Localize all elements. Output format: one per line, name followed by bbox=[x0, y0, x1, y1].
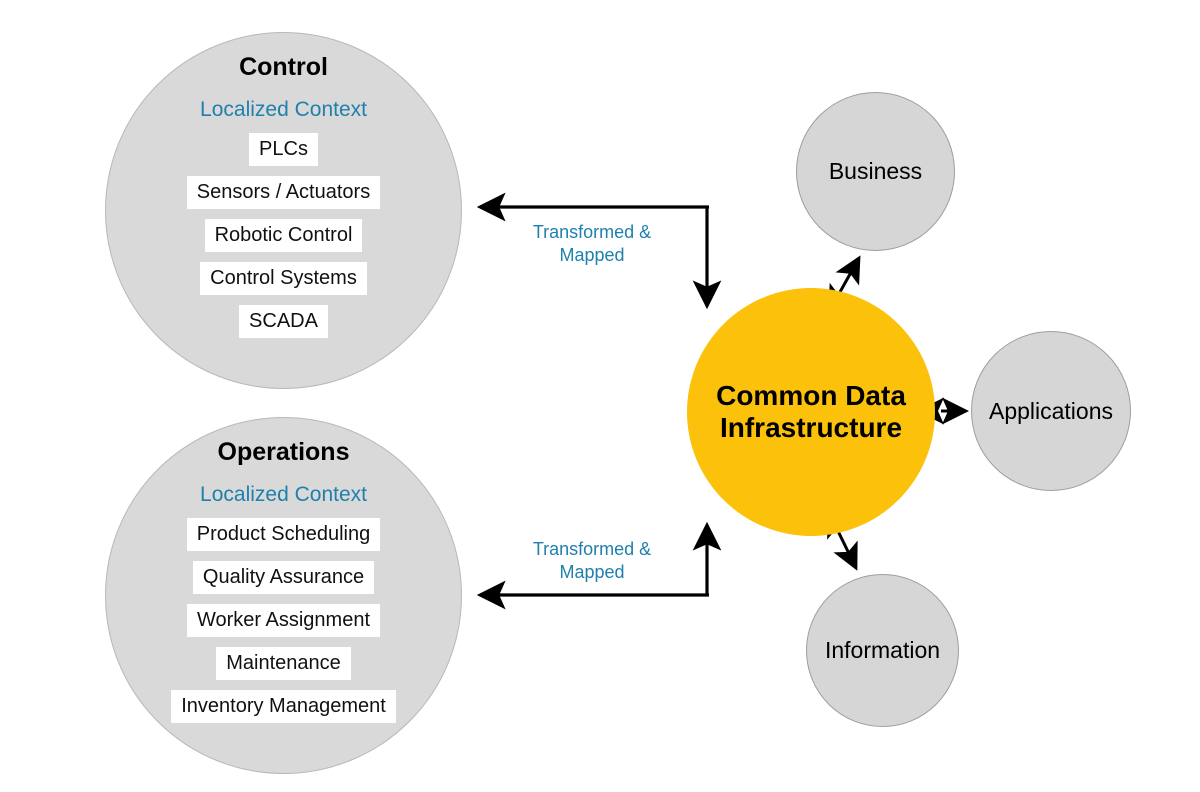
chip-item: Inventory Management bbox=[171, 690, 396, 723]
satellite-circle-applications: Applications bbox=[971, 331, 1131, 491]
connector-hub-to-information bbox=[827, 509, 858, 571]
domain-circle-operations: Operations Localized Context Product Sch… bbox=[105, 417, 462, 774]
satellite-label-applications: Applications bbox=[988, 397, 1114, 424]
chip-item: Robotic Control bbox=[204, 219, 363, 252]
chip-item: Worker Assignment bbox=[186, 604, 381, 637]
edge-caption-operations: Transformed & Mapped bbox=[532, 539, 652, 583]
satellite-label-information: Information bbox=[824, 637, 941, 663]
hub-label: Common Data Infrastructure bbox=[716, 380, 906, 443]
satellite-circle-business: Business bbox=[796, 92, 955, 251]
hub-circle-common-data-infrastructure: Common Data Infrastructure bbox=[687, 288, 935, 536]
chip-list-control: PLCs Sensors / Actuators Robotic Control… bbox=[186, 133, 381, 338]
domain-subtitle-control: Localized Context bbox=[200, 98, 367, 121]
domain-title-operations: Operations bbox=[217, 438, 350, 466]
chip-list-operations: Product Scheduling Quality Assurance Wor… bbox=[171, 518, 396, 723]
chip-item: Product Scheduling bbox=[186, 518, 381, 551]
chip-item: Control Systems bbox=[200, 262, 367, 295]
chip-item: Quality Assurance bbox=[192, 561, 375, 594]
connector-hub-to-business bbox=[828, 255, 861, 313]
satellite-label-business: Business bbox=[828, 158, 923, 184]
chip-item: Sensors / Actuators bbox=[186, 176, 381, 209]
satellite-circle-information: Information bbox=[806, 574, 959, 727]
diagram-canvas: Control Localized Context PLCs Sensors /… bbox=[0, 0, 1200, 792]
chip-item: SCADA bbox=[239, 305, 328, 338]
domain-circle-control: Control Localized Context PLCs Sensors /… bbox=[105, 32, 462, 389]
domain-subtitle-operations: Localized Context bbox=[200, 483, 367, 506]
chip-item: PLCs bbox=[249, 133, 318, 166]
edge-caption-control: Transformed & Mapped bbox=[532, 222, 652, 266]
chip-item: Maintenance bbox=[216, 647, 351, 680]
domain-title-control: Control bbox=[239, 53, 328, 81]
